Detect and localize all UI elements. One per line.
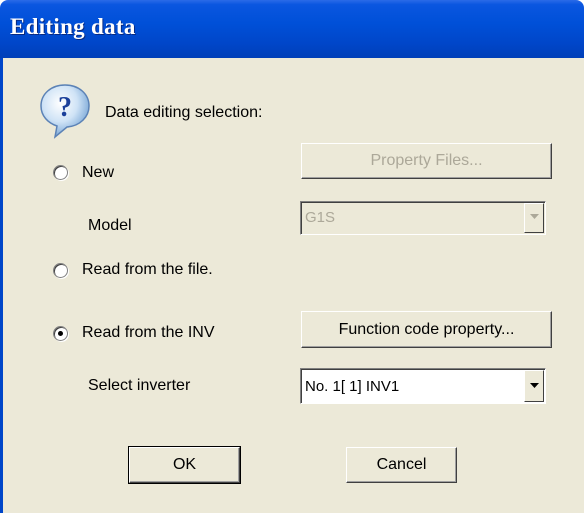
model-label: Model	[88, 217, 132, 234]
inverter-select[interactable]: No. 1[ 1] INV1	[300, 368, 546, 404]
function-code-property-button-label: Function code property...	[338, 321, 515, 338]
editing-data-dialog: Editing data ? Data editing selection: N…	[0, 0, 584, 513]
radio-selected-dot	[58, 331, 63, 336]
title-bar[interactable]: Editing data	[0, 0, 584, 58]
property-files-button-label: Property Files...	[370, 152, 483, 169]
svg-text:?: ?	[58, 92, 72, 123]
cancel-button-label: Cancel	[376, 456, 427, 473]
window-title: Editing data	[10, 14, 136, 39]
data-editing-prompt: Data editing selection:	[105, 104, 263, 121]
ok-button[interactable]: OK	[128, 446, 241, 484]
model-select-value: G1S	[305, 209, 336, 226]
radio-read-file[interactable]	[53, 263, 68, 278]
radio-new-label[interactable]: New	[82, 164, 114, 182]
function-code-property-button[interactable]: Function code property...	[301, 311, 552, 348]
radio-read-file-label[interactable]: Read from the file.	[82, 261, 213, 279]
radio-new[interactable]	[53, 165, 68, 180]
question-icon: ?	[40, 84, 90, 139]
model-dropdown-arrow[interactable]	[524, 203, 544, 233]
radio-read-inv[interactable]	[53, 326, 68, 341]
dialog-body: ? Data editing selection: New Property F…	[0, 58, 584, 513]
inverter-select-value: No. 1[ 1] INV1	[305, 378, 400, 395]
model-select[interactable]: G1S	[300, 201, 546, 235]
cancel-button[interactable]: Cancel	[346, 447, 457, 483]
chevron-down-icon	[530, 383, 539, 388]
inverter-dropdown-arrow[interactable]	[524, 370, 544, 402]
property-files-button[interactable]: Property Files...	[301, 143, 552, 179]
ok-button-label: OK	[172, 456, 197, 473]
select-inverter-label: Select inverter	[88, 377, 191, 394]
radio-read-inv-label[interactable]: Read from the INV	[82, 324, 215, 342]
chevron-down-icon	[530, 214, 539, 219]
